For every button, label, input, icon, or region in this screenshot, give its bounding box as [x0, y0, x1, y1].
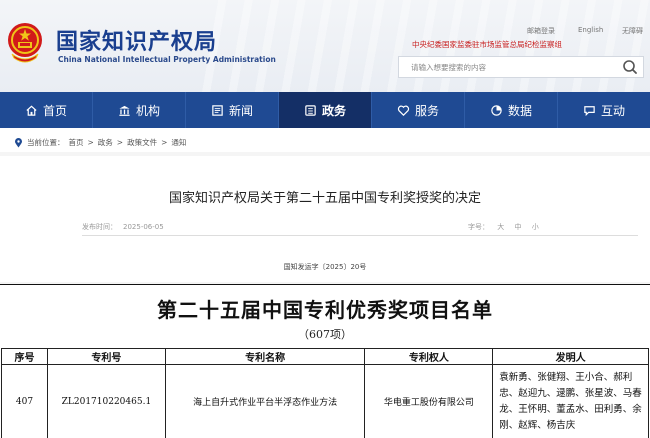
cell-patent-no: ZL201710220465.1 — [46, 364, 166, 438]
column-header-patent-name: 专利名称 — [164, 348, 366, 365]
column-header-inventors: 发明人 — [492, 348, 649, 365]
accessibility-link[interactable]: 无障碍 — [622, 26, 643, 36]
publish-date: 发布时间： 2025-06-05 — [82, 222, 164, 232]
institution-icon — [119, 105, 130, 116]
document-number: 国知发运字〔2025〕20号 — [283, 263, 367, 271]
award-list-count: （607项） — [298, 328, 352, 341]
breadcrumb-item-government[interactable]: 政务 — [98, 137, 113, 148]
font-size-small[interactable]: 小 — [532, 223, 539, 231]
publish-date-label: 发布时间： — [82, 223, 117, 231]
award-table: 序号 专利号 专利名称 专利权人 发明人 407 ZL201710220465.… — [1, 348, 649, 438]
breadcrumb-item-notice[interactable]: 通知 — [171, 137, 186, 148]
nav-label: 首页 — [42, 103, 67, 118]
national-emblem-icon — [8, 23, 42, 63]
table-header-row: 序号 专利号 专利名称 专利权人 发明人 — [1, 348, 649, 365]
site-name[interactable]: 国家知识产权局 — [56, 24, 217, 56]
interaction-icon — [584, 105, 595, 116]
breadcrumb-item-policy-documents[interactable]: 政策文件 — [127, 137, 157, 148]
nav-item-home[interactable]: 首页 — [0, 92, 93, 128]
nav-label: 政务 — [321, 103, 346, 118]
font-size-controls: 字号： 大 中 小 — [468, 222, 539, 232]
search-box — [398, 56, 644, 78]
nav-item-institution[interactable]: 机构 — [93, 92, 186, 128]
table-row: 407 ZL201710220465.1 海上自升式作业平台半浮态作业方法 华电… — [1, 364, 649, 438]
site-name-english: China National Intellectual Property Adm… — [58, 55, 276, 64]
cell-inventors: 袁新勇、张健翔、王小合、郝利忠、赵迎九、逯鹏、张星波、马春龙、王怀明、董孟水、田… — [492, 364, 649, 438]
nav-label: 服务 — [414, 103, 439, 118]
service-icon — [397, 105, 410, 116]
font-size-large[interactable]: 大 — [497, 223, 504, 231]
breadcrumb-separator: > — [116, 138, 124, 147]
email-login-link[interactable]: 邮箱登录 — [527, 26, 555, 36]
home-icon — [26, 105, 37, 116]
nav-item-news[interactable]: 新闻 — [186, 92, 279, 128]
breadcrumb-separator: > — [87, 138, 94, 147]
section-divider — [0, 284, 650, 285]
column-header-patent-no: 专利号 — [46, 348, 166, 365]
cell-no: 407 — [1, 364, 48, 438]
nav-label: 数据 — [507, 103, 532, 118]
nav-label: 互动 — [600, 103, 625, 118]
english-link[interactable]: English — [578, 26, 603, 34]
location-pin-icon — [15, 137, 22, 147]
news-icon — [212, 104, 223, 116]
nav-item-service[interactable]: 服务 — [372, 92, 465, 128]
nav-item-data[interactable]: 数据 — [465, 92, 558, 128]
breadcrumb-prefix: 当前位置： — [27, 138, 65, 147]
nav-item-government[interactable]: 政务 — [279, 92, 372, 128]
discipline-notice-link[interactable]: 中央纪委国家监委驻市场监管总局纪检监察组 — [412, 39, 562, 50]
breadcrumb: 当前位置： 首页 > 政务 > 政策文件 > 通知 — [14, 137, 186, 148]
publish-date-value: 2025-06-05 — [123, 223, 164, 231]
font-size-medium[interactable]: 中 — [514, 223, 521, 231]
data-icon — [491, 104, 502, 116]
site-header: 国家知识产权局 China National Intellectual Prop… — [0, 0, 650, 92]
nav-label: 机构 — [135, 103, 160, 118]
nav-item-interaction[interactable]: 互动 — [558, 92, 650, 128]
breadcrumb-item-home[interactable]: 首页 — [69, 137, 84, 148]
nav-label: 新闻 — [228, 103, 253, 118]
column-header-holder: 专利权人 — [364, 348, 494, 365]
cell-patent-name: 海上自升式作业平台半浮态作业方法 — [164, 364, 366, 438]
search-input[interactable] — [399, 57, 617, 77]
search-button[interactable] — [617, 57, 643, 77]
main-nav: 首页 机构 新闻 政务 服务 数据 互动 — [0, 92, 650, 128]
font-size-label: 字号： — [468, 223, 489, 231]
award-list-title: 第二十五届中国专利优秀奖项目名单 — [157, 298, 493, 322]
meta-divider — [82, 218, 638, 236]
search-icon — [623, 60, 637, 74]
article-title: 国家知识产权局关于第二十五届中国专利奖授奖的决定 — [168, 191, 481, 206]
breadcrumb-separator: > — [161, 138, 168, 147]
cell-holder: 华电重工股份有限公司 — [364, 364, 494, 438]
government-icon — [305, 104, 316, 116]
column-header-no: 序号 — [1, 348, 48, 365]
